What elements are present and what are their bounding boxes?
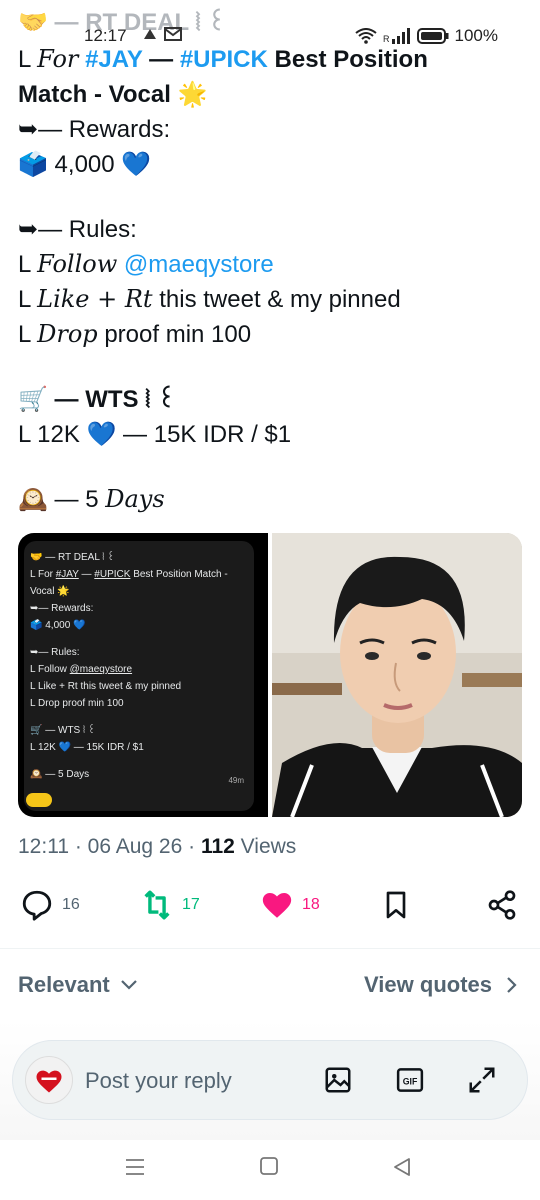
chevron-right-icon	[507, 977, 517, 993]
duration-line: 🕰️ — 5 Days	[18, 482, 518, 517]
mini-mention: @maeqystore	[69, 664, 133, 675]
mini-text: L For	[30, 569, 56, 580]
dash: —	[142, 46, 180, 73]
reply-tools: GIF	[323, 1065, 497, 1095]
reply-button[interactable]: 16	[20, 888, 80, 922]
rule-text: this tweet & my pinned	[152, 286, 401, 313]
wts-label: 🛒 — WTS ⦚ ꒰	[18, 386, 176, 413]
mini-badge-icon	[26, 793, 52, 807]
indent-marker: L	[18, 321, 38, 348]
mini-hashtag: #UPICK	[94, 569, 131, 580]
bookmark-icon	[386, 891, 406, 919]
hashtag-jay[interactable]: #JAY	[85, 46, 142, 73]
section-divider	[0, 948, 540, 949]
media-photo[interactable]	[272, 533, 522, 817]
indent-marker: L	[18, 46, 38, 73]
gif-icon[interactable]: GIF	[395, 1065, 425, 1095]
embedded-tweet-screenshot: 🤝 — RT DEAL ⦚ ꒰ L For #JAY — #UPICK Best…	[24, 541, 254, 811]
svg-text:GIF: GIF	[403, 1076, 418, 1086]
tweet-actions: 16 17 18	[18, 888, 522, 928]
sort-label: Relevant	[18, 972, 110, 997]
retweet-icon	[144, 890, 170, 920]
reply-composer-area: Post your reply GIF	[0, 1020, 540, 1140]
mini-line: L Drop proof min 100	[30, 698, 124, 709]
rule-text: proof min 100	[97, 321, 252, 348]
views-count: 112	[200, 835, 235, 858]
home-icon[interactable]	[259, 1156, 279, 1176]
mini-line: ➥— Rules:	[30, 647, 80, 658]
mini-line: 🛒 — WTS ⦚ ꒰	[30, 725, 96, 736]
like-count: 18	[302, 896, 320, 913]
bookmark-button[interactable]	[380, 888, 412, 922]
tweet-time: 12:11	[18, 835, 69, 858]
expand-icon[interactable]	[467, 1065, 497, 1095]
mail-icon	[164, 27, 182, 41]
reply-composer[interactable]: Post your reply GIF	[12, 1040, 528, 1120]
rule-drop-proof: L Drop proof min 100	[18, 317, 518, 352]
mini-line: 🤝 — RT DEAL ⦚ ꒰	[30, 552, 115, 563]
tweet-line-subtitle: Match - Vocal 🌟	[18, 81, 208, 108]
image-icon[interactable]	[323, 1065, 353, 1095]
view-quotes-label: View quotes	[364, 972, 492, 997]
status-notification-icons	[142, 27, 182, 41]
sort-replies-dropdown[interactable]: Relevant	[18, 972, 138, 998]
avatar	[25, 1056, 73, 1104]
script-word: Like + Rt	[37, 285, 153, 313]
tweet-line-title: L For #JAY — #UPICK Best Position	[18, 42, 518, 77]
tweet-media-grid: 🤝 — RT DEAL ⦚ ꒰ L For #JAY — #UPICK Best…	[18, 533, 522, 817]
script-word: For	[37, 45, 79, 73]
mini-text: —	[78, 569, 95, 580]
system-nav-bar	[0, 1140, 540, 1200]
script-word: Drop	[37, 320, 98, 348]
like-button[interactable]: 18	[260, 888, 320, 922]
mention-link[interactable]: @maeqystore	[117, 251, 274, 278]
rules-label: ➥— Rules:	[18, 216, 137, 243]
rule-like-rt: L Like + Rt this tweet & my pinned	[18, 282, 518, 317]
reply-count: 16	[62, 896, 80, 913]
duration-prefix: 🕰️ — 5	[18, 486, 106, 513]
hashtag-upick[interactable]: #UPICK	[180, 46, 268, 73]
views-label: Views	[234, 835, 297, 858]
mini-line: 🗳️ 4,000 💙	[30, 620, 86, 631]
mini-line: ➥— Rewards:	[30, 603, 94, 614]
rewards-label: ➥— Rewards:	[18, 116, 171, 143]
tweet-date: 06 Aug 26	[87, 835, 183, 858]
retweet-count: 17	[182, 896, 200, 913]
media-screenshot[interactable]: 🤝 — RT DEAL ⦚ ꒰ L For #JAY — #UPICK Best…	[18, 533, 268, 817]
mini-timestamp: 49m	[228, 776, 244, 785]
mini-text: L Follow	[30, 664, 70, 675]
status-bar: 🤝 — RT DEAL ⦚ ꒰ 12:17 R 100%	[0, 0, 540, 48]
avatar-heart-icon	[36, 1070, 62, 1093]
back-icon[interactable]	[392, 1156, 412, 1178]
app-notification-icon	[144, 29, 156, 39]
share-icon	[488, 890, 516, 920]
mini-line: Vocal 🌟	[30, 586, 70, 597]
mini-line: L Like + Rt this tweet & my pinned	[30, 681, 182, 692]
title-rest: Best Position	[267, 46, 428, 73]
mini-hashtag: #JAY	[55, 569, 79, 580]
indent-marker: L	[18, 286, 38, 313]
heart-icon	[262, 892, 292, 918]
tweet-meta: 12:11 · 06 Aug 26 · 112 Views	[18, 835, 297, 858]
menu-icon[interactable]	[124, 1156, 146, 1178]
rewards-value: 🗳️ 4,000 💙	[18, 151, 152, 178]
wts-value: L 12K 💙 — 15K IDR / $1	[18, 421, 292, 448]
reply-input[interactable]: Post your reply	[85, 1068, 232, 1094]
indent-marker: L	[18, 251, 38, 278]
reply-icon	[22, 890, 52, 921]
chevron-down-icon	[120, 980, 137, 990]
retweet-button[interactable]: 17	[140, 888, 200, 922]
script-word: Follow	[37, 250, 118, 278]
mini-line: 🕰️ — 5 Days	[30, 769, 90, 780]
person-photo	[272, 533, 522, 817]
share-button[interactable]	[486, 888, 518, 922]
rule-follow: L Follow @maeqystore	[18, 247, 518, 282]
mini-text: Best Position Match -	[130, 569, 228, 580]
tweet-text: L For #JAY — #UPICK Best Position Match …	[18, 42, 518, 517]
script-word: Days	[105, 485, 165, 513]
mini-line: L 12K 💙 — 15K IDR / $1	[30, 742, 144, 753]
view-quotes-link[interactable]: View quotes	[364, 972, 518, 998]
